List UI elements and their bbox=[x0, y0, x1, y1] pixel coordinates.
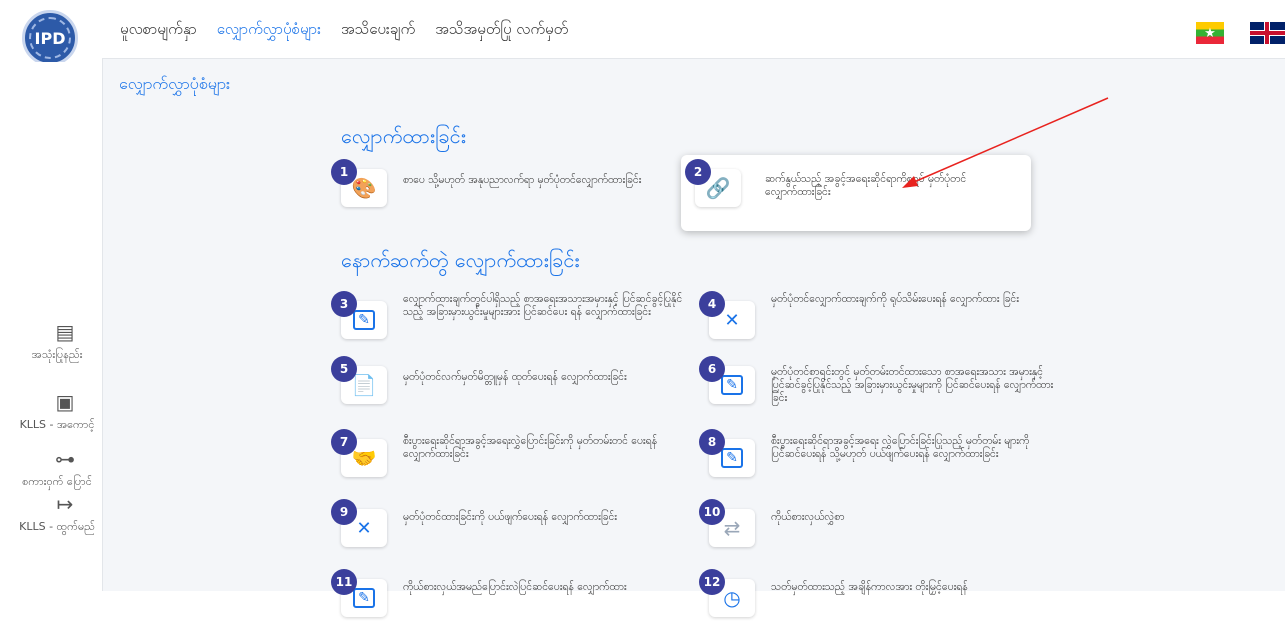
service-number: 2 bbox=[685, 159, 711, 185]
service-label: မှတ်ပုံတင်လျှောက်ထားချက်ကို ရုပ်သိမ်းပေး… bbox=[771, 293, 1019, 305]
service-label: စီးပွားရေးဆိုင်ရာအခွင့်အရေးလွှဲပြောင်းခြ… bbox=[403, 435, 658, 460]
service-item-9[interactable]: 9 ✕ မှတ်ပုံတင်ထားခြင်းကို ပယ်ဖျက်ပေးရန် … bbox=[331, 499, 691, 561]
service-number: 9 bbox=[331, 499, 357, 525]
service-label: သတ်မှတ်ထားသည့် အချိန်ကာလအား တိုးမြှင့်ပေ… bbox=[771, 581, 968, 593]
service-item-3[interactable]: 3 ✎ လျှောက်ထားချက်တွင်ပါရှိသည့် စာအရေးအသ… bbox=[331, 291, 691, 353]
service-number: 10 bbox=[699, 499, 725, 525]
service-item-4[interactable]: 4 ✕ မှတ်ပုံတင်လျှောက်ထားချက်ကို ရုပ်သိမ်… bbox=[699, 291, 1059, 353]
service-item-12[interactable]: 12 ◷ သတ်မှတ်ထားသည့် အချိန်ကာလအား တိုးမြှ… bbox=[699, 569, 1059, 631]
service-label: မှတ်ပုံတင်လက်မှတ်မိတ္တူမှန် ထုတ်ပေးရန် လ… bbox=[403, 371, 627, 383]
service-item-10[interactable]: 10 ⇄ ကိုယ်စားလှယ်လွှဲစာ bbox=[699, 499, 1059, 561]
nav-home[interactable]: မူလစာမျက်နှာ bbox=[120, 20, 197, 42]
myanmar-flag-icon[interactable]: ★ bbox=[1196, 22, 1224, 44]
main-content: လျှောက်လွှာပုံစံများ လျှောက်ထားခြင်း 1 🎨… bbox=[102, 58, 1285, 617]
service-number: 4 bbox=[699, 291, 725, 317]
service-item-6[interactable]: 6 ✎ မှတ်ပုံတင်စာရင်းတွင် မှတ်တမ်းတင်ထားသ… bbox=[699, 356, 1059, 418]
sidebar: ▤ အသုံးပြုနည်း ▣ KLLS - အကောင့် ⊶ စကားဝှ… bbox=[0, 62, 102, 591]
ipd-logo[interactable]: IPD bbox=[22, 10, 78, 66]
service-label: လျှောက်ထားချက်တွင်ပါရှိသည့် စာအရေးအသားအမ… bbox=[403, 293, 683, 318]
service-label: ကိုယ်စားလှယ်လွှဲစာ bbox=[771, 511, 845, 523]
service-number: 7 bbox=[331, 429, 357, 455]
top-navbar: IPD မူလစာမျက်နှာ လျှောက်လွှာပုံစံများ အသ… bbox=[0, 0, 1285, 66]
service-item-5[interactable]: 5 📄 မှတ်ပုံတင်လက်မှတ်မိတ္တူမှန် ထုတ်ပေးရ… bbox=[331, 356, 691, 418]
service-label: စာပေ သို့မဟုတ် အနုပညာလက်ရာ မှတ်ပုံတင်လျှ… bbox=[403, 174, 642, 186]
nav-application-forms[interactable]: လျှောက်လွှာပုံစံများ bbox=[217, 20, 321, 42]
service-number: 8 bbox=[699, 429, 725, 455]
service-item-7[interactable]: 7 🤝 စီးပွားရေးဆိုင်ရာအခွင့်အရေးလွှဲပြောင… bbox=[331, 429, 691, 491]
service-item-1[interactable]: 1 🎨 စာပေ သို့မဟုတ် အနုပညာလက်ရာ မှတ်ပုံတင… bbox=[331, 159, 691, 221]
service-label: မှတ်ပုံတင်ထားခြင်းကို ပယ်ဖျက်ပေးရန် လျှေ… bbox=[403, 511, 617, 523]
uk-flag-icon[interactable] bbox=[1250, 22, 1285, 44]
page-title: လျှောက်လွှာပုံစံများ bbox=[119, 74, 231, 93]
service-label: မှတ်ပုံတင်စာရင်းတွင် မှတ်တမ်းတင်ထားသော စ… bbox=[771, 366, 1054, 404]
service-number: 3 bbox=[331, 291, 357, 317]
service-number: 1 bbox=[331, 159, 357, 185]
service-label: စီးပွားရေးဆိုင်ရာအခွင့်အရေး လွှဲပြောင်းခ… bbox=[771, 435, 1030, 460]
service-label: ကိုယ်စားလှယ်အမည်ပြောင်းလဲပြင်ဆင်ပေးရန် လ… bbox=[403, 581, 627, 593]
service-number: 5 bbox=[331, 356, 357, 382]
service-number: 6 bbox=[699, 356, 725, 382]
service-item-11[interactable]: 11 ✎ ကိုယ်စားလှယ်အမည်ပြောင်းလဲပြင်ဆင်ပေး… bbox=[331, 569, 691, 631]
service-item-2[interactable]: 2 🔗 ဆက်နွယ်သည့် အခွင့်အရေးဆိုင်ရာကိစ္စရပ… bbox=[681, 155, 1031, 231]
section-heading-subsequent: နောက်ဆက်တွဲ လျှောက်ထားခြင်း bbox=[341, 248, 580, 272]
nav-certificates[interactable]: အသိအမှတ်ပြု လက်မှတ် bbox=[435, 20, 568, 42]
service-label: ဆက်နွယ်သည့် အခွင့်အရေးဆိုင်ရာကိစ္စရပ် မှ… bbox=[765, 173, 967, 198]
service-item-8[interactable]: 8 ✎ စီးပွားရေးဆိုင်ရာအခွင့်အရေး လွှဲပြော… bbox=[699, 429, 1059, 491]
main-nav: မူလစာမျက်နှာ လျှောက်လွှာပုံစံများ အသိပေး… bbox=[120, 20, 568, 42]
service-number: 12 bbox=[699, 569, 725, 595]
service-number: 11 bbox=[331, 569, 357, 595]
section-heading-filing: လျှောက်ထားခြင်း bbox=[341, 124, 466, 148]
nav-notifications[interactable]: အသိပေးချက် bbox=[341, 20, 415, 42]
